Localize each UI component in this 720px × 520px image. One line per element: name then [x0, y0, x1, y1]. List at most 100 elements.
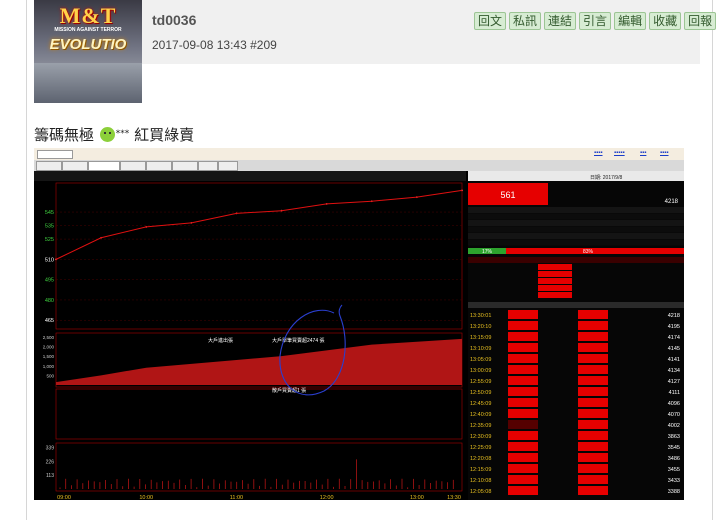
toolbar-link: ▪▪▪▪ [594, 150, 603, 156]
edit-button[interactable]: 編輯 [614, 12, 647, 30]
tick-ask-cell [578, 475, 608, 484]
chart-toolbar [34, 171, 466, 181]
quote-total-volume: 4218 [665, 199, 679, 205]
tick-ask-cell [578, 310, 608, 319]
tick-ask-cell [578, 332, 608, 341]
quote-button[interactable]: 引言 [579, 12, 612, 30]
tick-bid-cell [508, 387, 538, 396]
order-book-header [468, 257, 684, 263]
tick-time: 13:20:10 [470, 324, 491, 330]
tick-volume: 3388 [668, 489, 680, 495]
tick-table-header [468, 302, 684, 308]
tick-time: 13:30:01 [470, 313, 491, 319]
tick-time: 13:00:09 [470, 368, 491, 374]
avatar-logo-subtitle: MISSION AGAINST TERROR [54, 27, 122, 33]
tick-bid-cell [508, 409, 538, 418]
tick-ask-cell [578, 442, 608, 451]
tick-volume: 4218 [668, 313, 680, 319]
post-datetime: 2017-09-08 13:43 [152, 38, 247, 52]
order-book-bid-cell [538, 271, 572, 277]
time-axis-label: 13:00 [410, 495, 424, 500]
volume-tick-label: 1,000 [43, 364, 55, 369]
tick-bid-cell [508, 398, 538, 407]
tick-volume: 4174 [668, 335, 680, 341]
price-tick-label: 525 [45, 237, 54, 243]
tick-volume: 4127 [668, 379, 680, 385]
tick-ask-cell [578, 365, 608, 374]
tick-time: 12:35:09 [470, 423, 491, 429]
chart-tab [120, 161, 146, 171]
link-button[interactable]: 連結 [544, 12, 577, 30]
tick-bid-cell [508, 365, 538, 374]
tick-volume: 4134 [668, 368, 680, 374]
avatar[interactable]: M&T MISSION AGAINST TERROR EVOLUTIO [34, 0, 142, 103]
tick-ask-cell [578, 343, 608, 352]
price-tick-label: 495 [45, 278, 54, 284]
order-book-bid-cell [538, 264, 572, 270]
tick-bid-cell [508, 332, 538, 341]
tick-time: 12:30:09 [470, 434, 491, 440]
chart-tab [36, 161, 62, 171]
username[interactable]: td0036 [152, 12, 196, 28]
private-message-button[interactable]: 私訊 [509, 12, 542, 30]
tick-bid-cell [508, 464, 538, 473]
outside-ratio: 83% [583, 249, 594, 255]
tick-ask-cell [578, 398, 608, 407]
tick-ask-cell [578, 464, 608, 473]
avatar-background [34, 63, 142, 103]
tick-volume: 4195 [668, 324, 680, 330]
time-axis-label: 12:00 [320, 495, 334, 500]
tick-bid-cell [508, 486, 538, 495]
quote-summary-row [468, 239, 684, 246]
tick-ask-cell [578, 387, 608, 396]
quote-summary-row [468, 233, 684, 239]
time-axis-label: 09:00 [57, 495, 71, 500]
quote-summary-row [468, 213, 684, 220]
chart-tab [172, 161, 198, 171]
volume-tick-label: 2,000 [43, 345, 55, 350]
tick-time: 13:10:09 [470, 346, 491, 352]
tick-time: 12:05:08 [470, 489, 491, 495]
price-tick-label: 545 [45, 210, 54, 216]
chart-tabs [34, 160, 684, 171]
tick-bid-cell [508, 431, 538, 440]
tick-bid-cell [508, 453, 538, 462]
tick-bid-cell [508, 310, 538, 319]
report-button[interactable]: 回報 [684, 12, 717, 30]
volume-tick-label: 2,500 [43, 335, 55, 340]
tick-time: 12:25:09 [470, 445, 491, 451]
price-tick-label: 535 [45, 224, 54, 230]
avatar-logo-evolution: EVOLUTIO [49, 36, 127, 53]
favorite-button[interactable]: 收藏 [649, 12, 682, 30]
reply-button[interactable]: 回文 [474, 12, 507, 30]
tick-volume: 4096 [668, 401, 680, 407]
quote-date: 日期: 2017/9/8 [590, 175, 622, 181]
tick-ask-cell [578, 376, 608, 385]
tick-bid-cell [508, 475, 538, 484]
chart-tab [62, 161, 88, 171]
order-book-bid-cell [538, 278, 572, 284]
bar-tick-label: 226 [46, 459, 55, 465]
bar-tick-label: 339 [46, 446, 55, 452]
bar-tick-label: 113 [46, 473, 54, 479]
order-book-bid-cell [538, 285, 572, 291]
tick-volume: 3486 [668, 456, 680, 462]
quote-summary-row [468, 207, 684, 213]
tick-volume: 4141 [668, 357, 680, 363]
stock-selector [37, 150, 73, 159]
stock-chart-screenshot: ▪▪▪▪ ▪▪▪▪▪ ▪▪▪ ▪▪▪▪ 545 535 525 510 495 480 46… [34, 148, 684, 500]
volume-tick-label: 500 [46, 373, 54, 378]
post-body-text-1: 籌碼無極 [34, 126, 95, 144]
price-tick-label: 510 [45, 257, 54, 263]
chart-annotation-major-holder: 大戶進出張 [208, 337, 233, 344]
tick-volume: 4111 [669, 390, 680, 396]
tick-bid-cell [508, 354, 538, 363]
tick-volume: 3455 [668, 467, 680, 473]
tick-ask-cell [578, 486, 608, 495]
avatar-logo-text: M&T [59, 3, 117, 28]
chart-tab-active [88, 161, 120, 171]
tick-time: 12:50:09 [470, 390, 491, 396]
post-number[interactable]: #209 [250, 38, 277, 52]
time-axis-label: 10:00 [139, 495, 153, 500]
tick-time: 12:40:09 [470, 412, 491, 418]
